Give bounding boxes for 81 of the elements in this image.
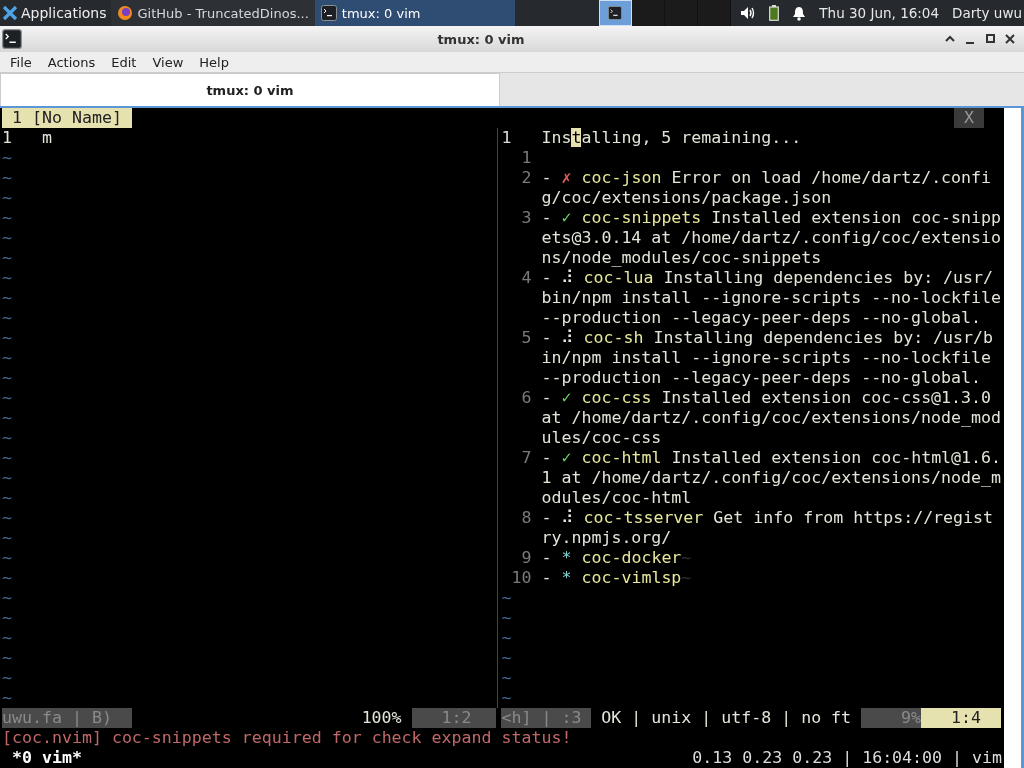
menu-item[interactable]: Help	[191, 54, 237, 70]
status-mode: <h] | :3	[501, 708, 592, 728]
user-name[interactable]: Darty uwu	[952, 5, 1022, 21]
empty-line-marker: ~	[2, 268, 12, 287]
log-line: - ✓ coc-css Installed extension coc-css@1.3.0 at /home/dartz/.config/coc/extensions/node_modules/coc-css	[541, 388, 1002, 448]
empty-line-marker: ~	[501, 648, 512, 667]
empty-line-marker: ~	[2, 408, 12, 427]
status-info: OK | unix | utf-8 | no ft	[600, 708, 853, 728]
empty-line-marker: ~	[2, 548, 12, 567]
terminal-tab[interactable]: tmux: 0 vim	[0, 73, 500, 106]
log-line: - ⠼ coc-lua Installing dependencies by: /usr/bin/npm install --ignore-scripts --no-lockfile --production --legacy-peer-deps --no-global.	[541, 268, 1002, 328]
status-percent: 9%	[861, 708, 922, 728]
taskbar-button[interactable]: GitHub - TruncatedDinos...	[110, 0, 315, 26]
log-line: - * coc-docker~	[541, 548, 693, 568]
empty-line-marker: ~	[501, 688, 512, 707]
empty-line-marker: ~	[2, 468, 12, 487]
empty-line-marker: ~	[2, 648, 12, 667]
empty-line-marker: ~	[2, 568, 12, 587]
empty-line-marker: ~	[2, 188, 12, 207]
empty-line-marker: ~	[2, 448, 12, 467]
empty-line-marker: ~	[2, 348, 12, 367]
menu-item[interactable]: File	[2, 54, 40, 70]
empty-line-marker: ~	[2, 608, 12, 627]
line-number: 9	[520, 548, 532, 568]
status-position: 1:4	[921, 708, 1001, 728]
applications-menu[interactable]: Applications	[0, 0, 111, 26]
empty-line-marker: ~	[501, 588, 512, 607]
line-number: 4	[520, 268, 532, 289]
log-line: - ⠼ coc-tsserver Get info from https://registry.npmjs.org/	[541, 508, 995, 548]
status-position: 1:2	[411, 708, 497, 728]
empty-line-marker: ~	[2, 328, 12, 347]
empty-line-marker: ~	[501, 628, 512, 647]
empty-line-marker: ~	[2, 428, 12, 447]
empty-line-marker: ~	[2, 308, 12, 327]
line-number: 6	[520, 388, 532, 409]
line-number: 8	[520, 508, 532, 529]
empty-line-marker: ~	[2, 528, 12, 547]
line-number: 3	[520, 208, 532, 229]
empty-line-marker: ~	[2, 488, 12, 507]
taskbar-button[interactable]: tmux: 0 vim	[314, 0, 515, 26]
empty-line-marker: ~	[2, 288, 12, 307]
empty-line-marker: ~	[2, 368, 12, 387]
tmux-status: 0.13 0.23 0.23 | 16:04:00 | vim	[692, 748, 1002, 768]
log-line: - ✓ coc-html Installed extension coc-html@1.6.1 at /home/dartz/.config/coc/extensions/node_modules/coc-html	[541, 448, 1003, 508]
code-line: m	[41, 128, 52, 148]
vim-tab[interactable]: 1 [No Name]	[2, 108, 132, 128]
progress-header: Installing, 5 remaining...	[541, 128, 802, 148]
empty-line-marker: ~	[2, 588, 12, 607]
log-line: - * coc-vimlsp~	[541, 568, 693, 588]
empty-line-marker: ~	[2, 508, 12, 527]
line-number: 2	[520, 168, 532, 189]
empty-line-marker: ~	[2, 628, 12, 647]
line-number: 10	[510, 568, 532, 588]
line-number: 5	[520, 328, 532, 349]
log-line: - ✓ coc-snippets Installed extension coc-snippets@3.0.14 at /home/dartz/.config/coc/extensions/node_modules/coc-snippets	[541, 208, 1003, 268]
empty-line-marker: ~	[2, 688, 12, 707]
empty-line-marker: ~	[2, 248, 12, 267]
log-line: - ✗ coc-json Error on load /home/dartz/.config/coc/extensions/package.json	[541, 168, 993, 208]
empty-line-marker: ~	[2, 208, 12, 227]
error-message: [coc.nvim] coc-snippets required for check expand status!	[2, 728, 572, 747]
empty-line-marker: ~	[501, 608, 512, 627]
menu-item[interactable]: Edit	[103, 54, 145, 70]
clock[interactable]: Thu 30 Jun, 16:04	[819, 5, 940, 21]
menu-item[interactable]: Actions	[39, 54, 104, 70]
menu-item[interactable]: View	[144, 54, 192, 70]
line-number: 7	[520, 448, 532, 469]
status-percent: 100%	[361, 708, 402, 728]
line-number: 1	[520, 148, 532, 168]
window-title: tmux: 0 vim	[436, 31, 526, 47]
empty-line-marker: ~	[2, 668, 12, 687]
empty-line-marker: ~	[2, 388, 12, 407]
line-number: 1	[2, 128, 13, 148]
line-number: 1	[501, 128, 513, 148]
tmux-window[interactable]: *0 vim*	[12, 748, 82, 768]
empty-line-marker: ~	[2, 148, 12, 167]
empty-line-marker: ~	[501, 668, 512, 687]
status-file: uwu.fa | B)	[2, 708, 132, 728]
log-line: - ⠼ coc-sh Installing dependencies by: /usr/bin/npm install --ignore-scripts --no-lockfile --production --legacy-peer-deps --no-global.	[541, 328, 995, 388]
empty-line-marker: ~	[2, 228, 12, 247]
empty-line-marker: ~	[2, 168, 12, 187]
close-tab-button[interactable]: X	[954, 108, 985, 128]
